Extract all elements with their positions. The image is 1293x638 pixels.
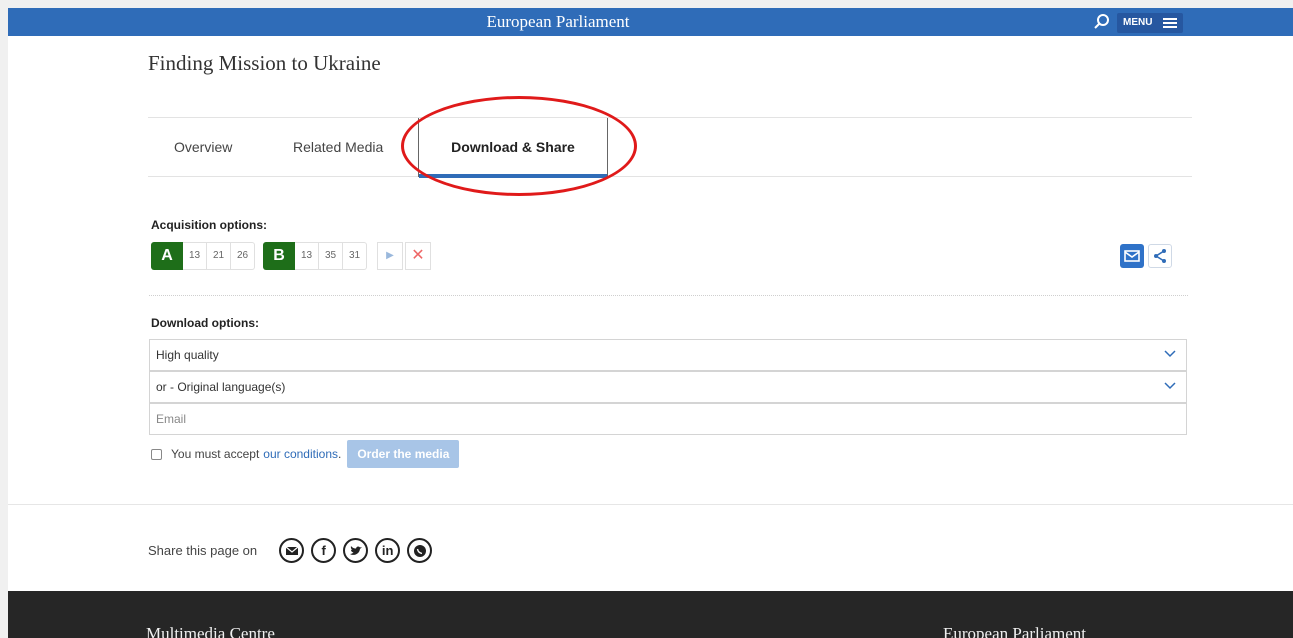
accept-checkbox[interactable]	[151, 448, 162, 460]
tab-bar: Overview Related Media Download & Share	[148, 117, 1192, 178]
language-value: or - Original language(s)	[156, 380, 286, 394]
share-row: Share this page on f in	[148, 538, 439, 563]
language-select[interactable]: or - Original language(s)	[149, 371, 1187, 403]
conditions-link[interactable]: our conditions	[263, 447, 338, 461]
acquisition-label: Acquisition options:	[151, 218, 267, 232]
envelope-glyph	[285, 546, 299, 555]
group-b-letter[interactable]: B	[263, 242, 295, 270]
footer-multimedia-centre[interactable]: Multimedia Centre	[146, 624, 275, 638]
acquisition-group-a: A 13 21 26	[151, 242, 255, 270]
search-icon	[1094, 14, 1109, 29]
close-icon[interactable]: ✕	[405, 242, 431, 270]
play-icon[interactable]: ▶	[377, 242, 403, 270]
footer: Multimedia Centre European Parliament	[8, 591, 1293, 638]
group-a-letter[interactable]: A	[151, 242, 183, 270]
section-separator	[8, 504, 1293, 505]
page-title: Finding Mission to Ukraine	[148, 51, 381, 75]
group-b-number[interactable]: 35	[319, 242, 343, 270]
twitter-bird-glyph	[349, 545, 362, 555]
group-b-number[interactable]: 31	[343, 242, 367, 270]
envelope-icon	[1124, 250, 1140, 262]
menu-label: MENU	[1123, 17, 1153, 28]
email-input[interactable]: Email	[149, 403, 1187, 435]
share-button[interactable]	[1148, 244, 1172, 268]
group-a-number[interactable]: 13	[183, 242, 207, 270]
download-label: Download options:	[151, 316, 259, 330]
chevron-down-icon	[1164, 382, 1176, 390]
tab-overview[interactable]: Overview	[174, 118, 232, 177]
linkedin-icon[interactable]: in	[375, 538, 401, 563]
quality-select[interactable]: High quality	[149, 339, 1187, 371]
twitter-icon[interactable]	[343, 538, 369, 563]
chevron-down-icon	[1164, 350, 1176, 358]
order-media-button[interactable]: Order the media	[347, 440, 460, 468]
group-a-number[interactable]: 21	[207, 242, 231, 270]
page-frame: European Parliament MENU Finding Mission…	[8, 8, 1293, 638]
group-b-number[interactable]: 13	[295, 242, 319, 270]
accept-row: You must accept our conditions . Order t…	[151, 440, 460, 468]
whatsapp-glyph	[413, 544, 426, 557]
share-label: Share this page on	[148, 543, 258, 558]
acquisition-options: A 13 21 26 B 13 35 31 ▶ ✕	[151, 242, 431, 270]
footer-european-parliament[interactable]: European Parliament	[943, 624, 1086, 638]
acquisition-group-b: B 13 35 31	[263, 242, 367, 270]
quality-value: High quality	[156, 348, 219, 362]
tab-related-media[interactable]: Related Media	[293, 118, 383, 177]
accept-period: .	[338, 447, 342, 461]
email-icon[interactable]	[279, 538, 305, 563]
facebook-icon[interactable]: f	[311, 538, 337, 563]
whatsapp-icon[interactable]	[407, 538, 433, 563]
hamburger-icon	[1163, 18, 1177, 28]
email-button[interactable]	[1120, 244, 1144, 268]
menu-button[interactable]: MENU	[1117, 13, 1183, 33]
share-icon	[1154, 249, 1166, 263]
search-button[interactable]	[1092, 12, 1112, 32]
tab-download-share[interactable]: Download & Share	[418, 118, 608, 178]
group-a-number[interactable]: 26	[231, 242, 255, 270]
top-bar: European Parliament MENU	[8, 8, 1293, 36]
divider	[149, 295, 1188, 296]
brand-title[interactable]: European Parliament	[8, 8, 1108, 36]
accept-text: You must accept	[171, 447, 260, 461]
